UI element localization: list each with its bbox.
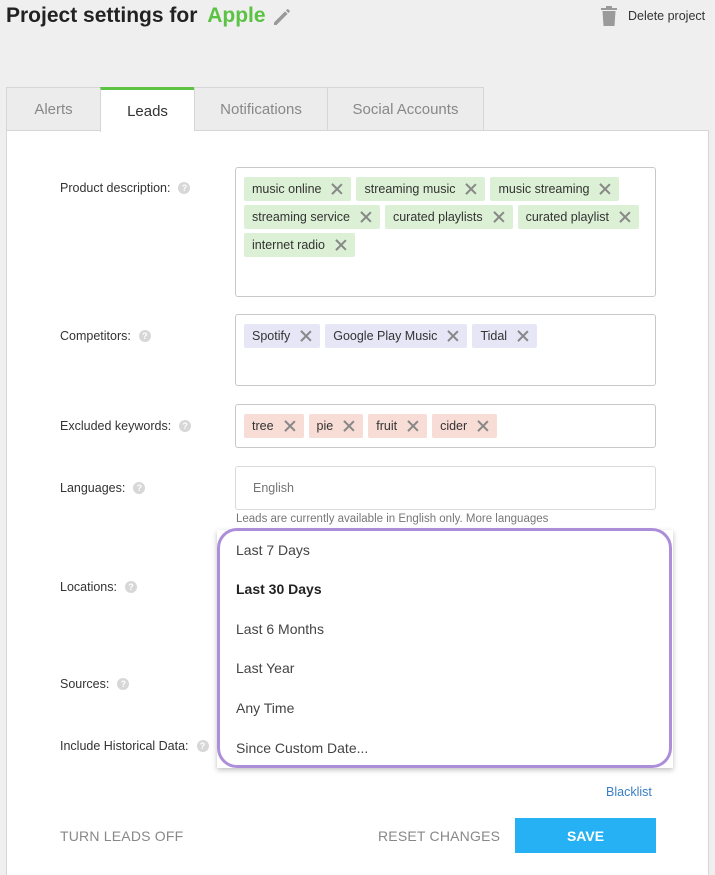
remove-tag-icon[interactable]: [447, 330, 459, 342]
remove-tag-icon[interactable]: [300, 330, 312, 342]
help-icon[interactable]: ?: [124, 581, 137, 593]
remove-tag-icon[interactable]: [599, 183, 611, 195]
delete-project-label: Delete project: [628, 9, 706, 23]
help-icon[interactable]: ?: [178, 182, 191, 194]
excluded-tag: fruit: [368, 414, 428, 438]
excluded-keywords-field[interactable]: tree pie fruit cider: [235, 404, 656, 448]
dropdown-option-last-30-days[interactable]: Last 30 Days: [236, 581, 322, 597]
remove-tag-icon[interactable]: [407, 420, 419, 432]
competitor-tag: Tidal: [472, 324, 538, 348]
help-icon[interactable]: ?: [179, 420, 192, 432]
historical-data-dropdown: Last 7 Days Last 30 Days Last 6 Months L…: [217, 530, 673, 768]
trash-icon: [601, 6, 617, 26]
excluded-tag: tree: [244, 414, 304, 438]
excluded-keywords-label: Excluded keywords: ?: [60, 419, 192, 433]
help-icon[interactable]: ?: [196, 740, 209, 752]
languages-input[interactable]: [235, 466, 656, 510]
save-button[interactable]: SAVE: [515, 818, 656, 853]
pencil-icon[interactable]: [270, 5, 294, 29]
dropdown-option-last-7-days[interactable]: Last 7 Days: [236, 542, 310, 558]
product-tag: music streaming: [490, 177, 620, 201]
remove-tag-icon[interactable]: [331, 183, 343, 195]
remove-tag-icon[interactable]: [493, 211, 505, 223]
delete-project-button[interactable]: Delete project: [600, 5, 705, 27]
locations-label: Locations: ?: [60, 580, 137, 594]
excluded-tag: pie: [308, 414, 364, 438]
excluded-tag: cider: [432, 414, 498, 438]
tab-leads[interactable]: Leads: [100, 87, 194, 132]
dropdown-option-last-6-months[interactable]: Last 6 Months: [236, 621, 324, 637]
product-tag: streaming music: [356, 177, 486, 201]
remove-tag-icon[interactable]: [343, 420, 355, 432]
dropdown-option-last-year[interactable]: Last Year: [236, 660, 294, 676]
dropdown-option-any-time[interactable]: Any Time: [236, 700, 294, 716]
historical-data-label: Include Historical Data: ?: [60, 739, 209, 753]
product-tag: streaming service: [244, 205, 380, 229]
turn-leads-off-button[interactable]: TURN LEADS OFF: [60, 828, 183, 844]
competitor-tag: Spotify: [244, 324, 321, 348]
remove-tag-icon[interactable]: [335, 239, 347, 251]
tab-social-accounts[interactable]: Social Accounts: [327, 87, 484, 131]
remove-tag-icon[interactable]: [619, 211, 631, 223]
languages-label: Languages: ?: [60, 481, 146, 495]
product-tag: curated playlists: [384, 205, 513, 229]
product-tag: internet radio: [244, 233, 355, 257]
competitor-tag: Google Play Music: [325, 324, 468, 348]
title-prefix: Project settings for: [6, 4, 198, 27]
tab-notifications[interactable]: Notifications: [194, 87, 327, 131]
competitors-label: Competitors: ?: [60, 329, 151, 343]
help-icon[interactable]: ?: [117, 678, 130, 690]
sources-label: Sources: ?: [60, 677, 130, 691]
dropdown-option-custom-date[interactable]: Since Custom Date...: [236, 740, 368, 756]
remove-tag-icon[interactable]: [517, 330, 529, 342]
product-description-field[interactable]: music online streaming music music strea…: [235, 167, 656, 297]
languages-note: Leads are currently available in English…: [236, 513, 549, 525]
project-name: Apple: [207, 4, 266, 27]
page-title: Project settings for Apple: [6, 4, 266, 28]
remove-tag-icon[interactable]: [360, 211, 372, 223]
page-header: Project settings for Apple Delete projec…: [0, 0, 715, 40]
reset-changes-button[interactable]: RESET CHANGES: [378, 828, 500, 844]
remove-tag-icon[interactable]: [465, 183, 477, 195]
tab-alerts[interactable]: Alerts: [6, 87, 100, 131]
help-icon[interactable]: ?: [133, 482, 146, 494]
competitors-field[interactable]: Spotify Google Play Music Tidal: [235, 314, 656, 386]
remove-tag-icon[interactable]: [477, 420, 489, 432]
product-tag: curated playlist: [517, 205, 639, 229]
help-icon[interactable]: ?: [138, 330, 151, 342]
product-tag: music online: [244, 177, 352, 201]
blacklist-link[interactable]: Blacklist: [606, 785, 652, 799]
remove-tag-icon[interactable]: [284, 420, 296, 432]
settings-tabs: Alerts Leads Notifications Social Accoun…: [6, 87, 484, 132]
product-description-label: Product description: ?: [60, 181, 191, 195]
